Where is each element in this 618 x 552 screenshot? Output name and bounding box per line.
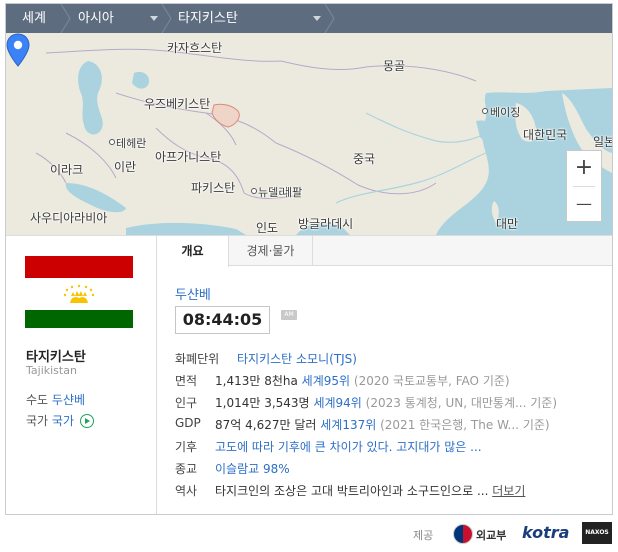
mofa-logo-icon[interactable]: [453, 524, 473, 544]
country-name-english: Tajikistan: [26, 364, 77, 377]
info-key: 종교: [175, 462, 198, 476]
city-dot: [109, 139, 115, 145]
history-text: 타지크인의 조상은 고대 박트리아인과 소구드인으로 ...: [215, 484, 489, 498]
chevron-down-icon[interactable]: [150, 16, 158, 21]
zoom-in-button[interactable]: +: [567, 151, 601, 186]
more-link[interactable]: 더보기: [492, 484, 525, 498]
map-label: 파키스탄: [191, 181, 236, 195]
map-label: 테헤란: [116, 137, 147, 150]
tab-economy[interactable]: 경제·물가: [229, 236, 313, 266]
provider-footer: 제공 외교부 kotra NAXOS: [0, 518, 618, 552]
info-value: 고도에 따라 기후에 큰 차이가 있다. 고지대가 많은 ...: [215, 438, 482, 455]
provided-by-label: 제공: [413, 529, 434, 542]
anthem-link[interactable]: 국가: [52, 414, 74, 428]
breadcrumb-world[interactable]: 세계: [22, 4, 46, 33]
naxos-logo[interactable]: NAXOS: [582, 522, 612, 544]
local-time: 08:44:05: [175, 306, 270, 334]
population-value: 1,014만 3,543명: [215, 396, 310, 410]
map-label: 몽골: [383, 59, 406, 73]
overview-panel: 개요 경제·물가 두샨베 08:44:05 AM 화폐단위 타지키스탄 소모니(…: [156, 235, 612, 514]
map-label: 카자흐스탄: [167, 41, 223, 55]
info-value: 이슬람교 98%: [215, 460, 290, 477]
zoom-out-button[interactable]: —: [567, 187, 601, 222]
breadcrumb-separator-icon: [161, 4, 172, 33]
country-summary: 타지키스탄 Tajikistan 수도 두샨베 국가 국가: [6, 235, 156, 514]
gdp-source: (2021 한국은행, The W... 기준): [380, 418, 550, 432]
chevron-down-icon[interactable]: [313, 16, 321, 21]
anthem-row: 국가 국가: [26, 412, 94, 429]
area-value: 1,413만 8천ha: [215, 374, 298, 388]
country-card: 세계 아시아 타지키스탄 카자흐스탄 몽골 우즈베키스탄 베이징 대한민국 테헤…: [5, 3, 613, 515]
climate-link[interactable]: 고도에 따라 기후에 큰 차이가 있다. 고지대가 많은 ...: [215, 440, 482, 454]
play-icon[interactable]: [79, 414, 94, 428]
info-key: 인구: [175, 396, 198, 410]
ampm-badge: AM: [281, 310, 297, 320]
info-value: 87억 4,627만 달러 세계137위 (2021 한국은행, The W..…: [215, 416, 550, 433]
info-key: 화폐단위: [175, 352, 220, 366]
breadcrumb-region[interactable]: 아시아: [78, 4, 114, 33]
info-row-history: 역사 타지크인의 조상은 고대 박트리아인과 소구드인으로 ... 더보기: [175, 482, 607, 504]
location-pin-icon[interactable]: [6, 33, 30, 67]
map-background: [35, 48, 612, 235]
info-row-climate: 기후 고도에 따라 기후에 큰 차이가 있다. 고지대가 많은 ...: [175, 438, 607, 460]
tab-overview[interactable]: 개요: [157, 236, 229, 267]
map-label: 대한민국: [523, 128, 568, 142]
area-source: (2020 국토교통부, FAO 기준): [353, 374, 510, 388]
capital-row: 수도 두샨베: [26, 391, 85, 408]
map-label: 대만: [496, 217, 519, 231]
country-flag: [25, 256, 133, 328]
map-label: 사우디아라비아: [30, 211, 108, 225]
map-label: 방글라데시: [298, 217, 354, 231]
capital-link[interactable]: 두샨베: [52, 393, 85, 407]
breadcrumb-separator-icon: [324, 4, 335, 33]
area-rank-link[interactable]: 세계95위: [302, 374, 350, 388]
info-value: 1,014만 3,543명 세계94위 (2023 통계청, UN, 대만통계.…: [215, 394, 557, 411]
map-label: 일본: [593, 135, 612, 149]
city-dot: [482, 108, 488, 114]
map-label: 네팔: [282, 186, 303, 199]
country-map[interactable]: 카자흐스탄 몽골 우즈베키스탄 베이징 대한민국 테헤란 이라크 이란 아프가니…: [6, 33, 612, 235]
capital-label: 수도: [26, 393, 49, 407]
info-value: 타지키스탄 소모니(TJS): [237, 350, 357, 367]
mofa-logo-text[interactable]: 외교부: [476, 527, 506, 543]
religion-link[interactable]: 이슬람교 98%: [215, 462, 290, 476]
info-row-currency: 화폐단위 타지키스탄 소모니(TJS): [175, 350, 607, 372]
population-source: (2023 통계청, UN, 대만통계... 기준): [365, 396, 558, 410]
currency-link[interactable]: 타지키스탄 소모니(TJS): [237, 352, 357, 366]
kotra-logo[interactable]: kotra: [522, 523, 569, 542]
map-label: 베이징: [490, 106, 521, 119]
map-label: 우즈베키스탄: [144, 97, 211, 111]
map-label: 이라크: [50, 163, 84, 177]
map-label: 중국: [353, 152, 376, 166]
country-name: 타지키스탄: [26, 350, 86, 365]
tab-bar: 개요 경제·물가: [157, 236, 612, 267]
gdp-rank-link[interactable]: 세계137위: [320, 418, 376, 432]
breadcrumb-country[interactable]: 타지키스탄: [178, 4, 238, 33]
info-key: 면적: [175, 374, 198, 388]
info-row-population: 인구 1,014만 3,543명 세계94위 (2023 통계청, UN, 대만…: [175, 394, 607, 416]
map-label: 아프가니스탄: [155, 150, 222, 164]
population-rank-link[interactable]: 세계94위: [313, 396, 361, 410]
map-zoom-control: + —: [566, 150, 602, 222]
info-row-religion: 종교 이슬람교 98%: [175, 460, 607, 482]
info-key: GDP: [175, 416, 201, 430]
info-row-gdp: GDP 87억 4,627만 달러 세계137위 (2021 한국은행, The…: [175, 416, 607, 438]
info-value: 타지크인의 조상은 고대 박트리아인과 소구드인으로 ... 더보기: [215, 482, 525, 499]
gdp-value: 87억 4,627만 달러: [215, 418, 317, 432]
city-dot: [251, 188, 257, 194]
map-label: 인도: [256, 221, 279, 235]
map-label: 이란: [114, 160, 137, 174]
info-row-area: 면적 1,413만 8천ha 세계95위 (2020 국토교통부, FAO 기준…: [175, 372, 607, 394]
info-key: 기후: [175, 440, 198, 454]
breadcrumb-separator-icon: [60, 4, 71, 33]
capital-time-link[interactable]: 두샨베: [175, 284, 211, 303]
anthem-label: 국가: [26, 414, 49, 428]
info-key: 역사: [175, 484, 198, 498]
info-table: 화폐단위 타지키스탄 소모니(TJS) 면적 1,413만 8천ha 세계95위…: [175, 350, 607, 504]
info-value: 1,413만 8천ha 세계95위 (2020 국토교통부, FAO 기준): [215, 372, 510, 389]
breadcrumb: 세계 아시아 타지키스탄: [6, 4, 612, 33]
